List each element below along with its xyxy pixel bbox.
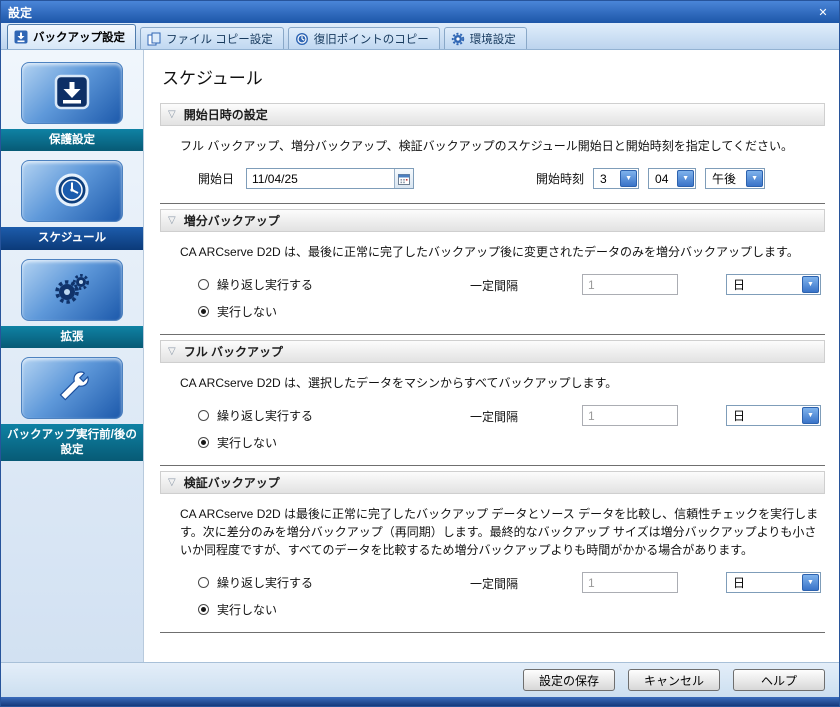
section-description: CA ARCserve D2D は、最後に正常に完了したバックアップ後に変更され… <box>180 243 821 261</box>
save-settings-button[interactable]: 設定の保存 <box>523 669 615 691</box>
wrench-icon <box>21 357 123 419</box>
window-bottom-edge <box>1 697 839 706</box>
help-button[interactable]: ヘルプ <box>733 669 825 691</box>
interval-input[interactable] <box>582 572 678 593</box>
section-verify-backup: ▽ 検証バックアップ CA ARCserve D2D は最後に正常に完了したバッ… <box>160 471 825 633</box>
radio-unselected-icon[interactable] <box>198 279 209 290</box>
none-radio-option[interactable]: 実行しない <box>198 303 424 320</box>
tab-file-copy-settings[interactable]: ファイル コピー設定 <box>140 27 284 49</box>
none-radio-label: 実行しない <box>217 303 277 320</box>
repeat-radio-label: 繰り返し実行する <box>217 276 313 293</box>
backup-settings-icon <box>14 30 28 44</box>
gears-icon <box>21 259 123 321</box>
chevron-down-icon[interactable]: ▼ <box>802 407 819 424</box>
repeat-radio-label: 繰り返し実行する <box>217 574 313 591</box>
tab-label: ファイル コピー設定 <box>166 31 273 47</box>
gear-icon <box>451 32 465 46</box>
section-header-start-datetime[interactable]: ▽ 開始日時の設定 <box>160 103 825 126</box>
tab-label: 復旧ポイントのコピー <box>314 31 429 47</box>
start-date-input[interactable] <box>247 169 394 188</box>
sidebar-label: 保護設定 <box>1 129 143 151</box>
radio-unselected-icon[interactable] <box>198 577 209 588</box>
section-header-incremental[interactable]: ▽ 増分バックアップ <box>160 209 825 232</box>
radio-unselected-icon[interactable] <box>198 410 209 421</box>
tab-strip: バックアップ設定 ファイル コピー設定 復旧ポイントのコピー 環境設定 <box>1 23 839 50</box>
sidebar: 保護設定 スケジュール 拡張 バックアップ実行前/後の設定 <box>1 50 143 662</box>
radio-selected-icon[interactable] <box>198 604 209 615</box>
section-full-backup: ▽ フル バックアップ CA ARCserve D2D は、選択したデータをマシ… <box>160 340 825 466</box>
clock-icon <box>21 160 123 222</box>
interval-unit-select[interactable]: 日 ▼ <box>726 405 821 426</box>
main-content: スケジュール ▽ 開始日時の設定 フル バックアップ、増分バックアップ、検証バッ… <box>143 50 839 662</box>
start-date-label: 開始日 <box>198 170 234 187</box>
repeat-radio-option[interactable]: 繰り返し実行する <box>198 407 424 424</box>
chevron-down-icon[interactable]: ▼ <box>802 574 819 591</box>
none-radio-option[interactable]: 実行しない <box>198 434 424 451</box>
footer-bar: 設定の保存 キャンセル ヘルプ <box>1 662 839 697</box>
sidebar-label: バックアップ実行前/後の設定 <box>1 424 143 461</box>
section-header-verify[interactable]: ▽ 検証バックアップ <box>160 471 825 494</box>
titlebar: 設定 ✕ <box>1 1 839 23</box>
ampm-select[interactable]: 午後 ▼ <box>705 168 765 189</box>
interval-label: 一定間隔 <box>470 572 582 592</box>
interval-label: 一定間隔 <box>470 274 582 294</box>
tab-recovery-point-copy[interactable]: 復旧ポイントのコピー <box>288 27 440 49</box>
sidebar-item-protection[interactable]: 保護設定 <box>1 62 143 151</box>
repeat-radio-option[interactable]: 繰り返し実行する <box>198 276 424 293</box>
radio-selected-icon[interactable] <box>198 437 209 448</box>
repeat-radio-label: 繰り返し実行する <box>217 407 313 424</box>
section-title: 検証バックアップ <box>184 474 280 491</box>
section-title: 増分バックアップ <box>184 212 280 229</box>
sidebar-label: スケジュール <box>1 227 143 249</box>
start-date-field <box>246 168 414 189</box>
protection-backup-icon <box>21 62 123 124</box>
chevron-down-icon[interactable]: ▼ <box>620 170 637 187</box>
tab-backup-settings[interactable]: バックアップ設定 <box>7 24 136 49</box>
minute-select[interactable]: 04 ▼ <box>648 168 696 189</box>
cancel-button[interactable]: キャンセル <box>628 669 720 691</box>
interval-unit-select[interactable]: 日 ▼ <box>726 274 821 295</box>
sidebar-item-schedule[interactable]: スケジュール <box>1 160 143 249</box>
collapse-icon: ▽ <box>168 215 176 226</box>
sidebar-item-pre-post-backup[interactable]: バックアップ実行前/後の設定 <box>1 357 143 461</box>
hour-select[interactable]: 3 ▼ <box>593 168 639 189</box>
chevron-down-icon[interactable]: ▼ <box>746 170 763 187</box>
section-title: 開始日時の設定 <box>184 106 268 123</box>
file-copy-icon <box>147 32 161 46</box>
section-title: フル バックアップ <box>184 343 283 360</box>
collapse-icon: ▽ <box>168 477 176 488</box>
repeat-radio-option[interactable]: 繰り返し実行する <box>198 574 424 591</box>
start-time-label: 開始時刻 <box>536 170 584 187</box>
recovery-point-copy-icon <box>295 32 309 46</box>
chevron-down-icon[interactable]: ▼ <box>802 276 819 293</box>
interval-unit-select[interactable]: 日 ▼ <box>726 572 821 593</box>
section-start-datetime: ▽ 開始日時の設定 フル バックアップ、増分バックアップ、検証バックアップのスケ… <box>160 103 825 204</box>
section-description: CA ARCserve D2D は、選択したデータをマシンからすべてバックアップ… <box>180 374 821 392</box>
tab-environment-settings[interactable]: 環境設定 <box>444 27 527 49</box>
page-title: スケジュール <box>162 64 825 89</box>
section-incremental-backup: ▽ 増分バックアップ CA ARCserve D2D は、最後に正常に完了したバ… <box>160 209 825 335</box>
none-radio-option[interactable]: 実行しない <box>198 601 424 618</box>
chevron-down-icon[interactable]: ▼ <box>677 170 694 187</box>
section-description: CA ARCserve D2D は最後に正常に完了したバックアップ データとソー… <box>180 505 821 559</box>
calendar-icon[interactable] <box>394 169 413 188</box>
close-icon[interactable]: ✕ <box>814 5 832 20</box>
section-description: フル バックアップ、増分バックアップ、検証バックアップのスケジュール開始日と開始… <box>180 137 821 155</box>
section-header-full[interactable]: ▽ フル バックアップ <box>160 340 825 363</box>
collapse-icon: ▽ <box>168 109 176 120</box>
radio-selected-icon[interactable] <box>198 306 209 317</box>
sidebar-label: 拡張 <box>1 326 143 348</box>
interval-label: 一定間隔 <box>470 405 582 425</box>
window-title: 設定 <box>8 4 32 21</box>
sidebar-item-advanced[interactable]: 拡張 <box>1 259 143 348</box>
tab-label: バックアップ設定 <box>33 29 125 45</box>
collapse-icon: ▽ <box>168 346 176 357</box>
none-radio-label: 実行しない <box>217 434 277 451</box>
interval-input[interactable] <box>582 274 678 295</box>
interval-input[interactable] <box>582 405 678 426</box>
settings-window: 設定 ✕ バックアップ設定 ファイル コピー設定 復旧ポイントのコピー <box>0 0 840 707</box>
tab-label: 環境設定 <box>470 31 516 47</box>
none-radio-label: 実行しない <box>217 601 277 618</box>
